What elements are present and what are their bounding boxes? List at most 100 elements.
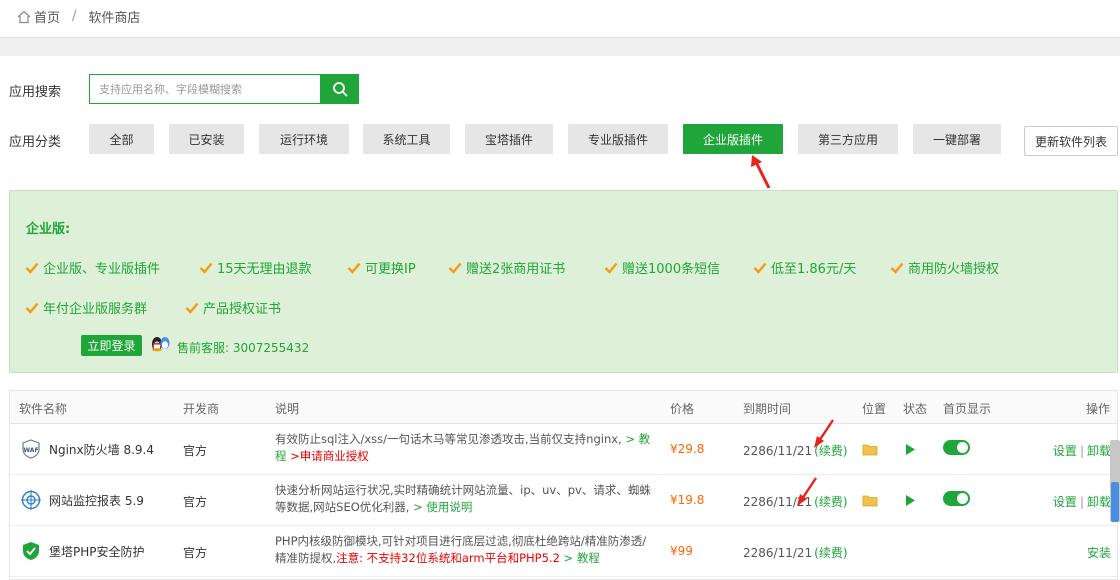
header-price: 价格: [670, 402, 695, 416]
php-shield-icon: [23, 542, 39, 560]
expire-date: 2286/11/21: [743, 546, 813, 560]
category-bt-plugins[interactable]: 宝塔插件: [465, 124, 553, 154]
promo-feature-label: 商用防火墙授权: [908, 262, 1000, 277]
promo-feature-label: 年付企业版服务群: [43, 302, 148, 317]
tutorial-link[interactable]: > 教程: [560, 551, 600, 565]
qq-penguin-icon[interactable]: [149, 335, 171, 353]
apply-commercial-license-link[interactable]: >申请商业授权: [287, 449, 369, 463]
homepage-display-toggle[interactable]: [943, 491, 970, 506]
annotation-arrow-icon: [751, 155, 771, 189]
check-icon: [199, 262, 213, 274]
uninstall-link[interactable]: 卸载: [1087, 444, 1111, 458]
header-software-name: 软件名称: [19, 402, 68, 416]
plugin-developer: 官方: [183, 495, 208, 509]
table-header: 软件名称 开发商 说明 价格 到期时间 位置 状态 首页显示 操作: [10, 391, 1117, 424]
promo-feature-label: 产品授权证书: [203, 302, 282, 317]
category-system-tools[interactable]: 系统工具: [363, 124, 450, 154]
check-icon: [185, 302, 199, 314]
category-one-click-deploy[interactable]: 一键部署: [913, 124, 1001, 154]
promo-feature: 赠送1000条短信: [604, 258, 720, 277]
search-input[interactable]: [90, 75, 320, 103]
annotation-arrow-icon: [797, 477, 817, 506]
home-icon[interactable]: [17, 10, 31, 24]
check-icon: [25, 302, 39, 314]
renew-link[interactable]: (续费): [814, 546, 847, 560]
plugin-name-cell: WAF Nginx防火墙 8.9.4: [21, 439, 154, 459]
compatibility-warning: 注意: 不支持32位系统和arm平台和PHP5.2: [336, 551, 560, 565]
folder-icon[interactable]: [862, 494, 878, 507]
play-icon[interactable]: [904, 494, 916, 507]
plugin-name-cell: 堡塔PHP安全防护: [21, 541, 145, 561]
plugin-description: 快速分析网站运行状况,实时精确统计网站流量、ip、uv、pv、请求、蜘蛛等数据,…: [275, 482, 655, 516]
breadcrumb-separator: /: [72, 9, 77, 24]
promo-feature: 商用防火墙授权: [890, 258, 999, 277]
breadcrumb-bar: 首页 / 软件商店: [0, 0, 1120, 38]
check-icon: [448, 262, 462, 274]
settings-link[interactable]: 设置: [1053, 444, 1077, 458]
folder-icon[interactable]: [862, 443, 878, 456]
usage-guide-link[interactable]: > 使用说明: [413, 500, 472, 514]
search-label: 应用搜索: [9, 85, 62, 100]
search-icon: [332, 82, 347, 97]
breadcrumb-current: 软件商店: [88, 11, 141, 26]
play-icon[interactable]: [904, 443, 916, 456]
presales-service-contact: 售前客服: 3007255432: [177, 341, 310, 355]
check-icon: [890, 262, 904, 274]
plugin-developer: 官方: [183, 444, 208, 458]
software-store-panel: 应用搜索 应用分类 全部 已安装 运行环境 系统工具 宝塔插件 专业版插件 企业…: [0, 56, 1120, 580]
header-expire-time: 到期时间: [743, 402, 792, 416]
homepage-display-toggle[interactable]: [943, 440, 970, 455]
header-description: 说明: [275, 402, 300, 416]
monitor-icon: [21, 490, 41, 510]
check-icon: [25, 262, 39, 274]
header-developer: 开发商: [183, 402, 220, 416]
search-button[interactable]: [320, 74, 359, 104]
promo-feature-label: 赠送2张商用证书: [466, 262, 566, 277]
promo-feature: 可更换IP: [347, 258, 416, 277]
plugin-name: 堡塔PHP安全防护: [49, 544, 145, 559]
promo-title: 企业版:: [26, 222, 71, 237]
table-row: 堡塔PHP安全防护 官方 PHP内核级防御模块,可针对项目进行底层过滤,彻底杜绝…: [10, 526, 1117, 577]
category-third-party[interactable]: 第三方应用: [798, 124, 898, 154]
breadcrumb-home[interactable]: 首页: [34, 7, 60, 26]
category-pro-plugins[interactable]: 专业版插件: [568, 124, 668, 154]
header-homepage-display: 首页显示: [943, 402, 992, 416]
plugin-actions: 安装: [1087, 544, 1111, 561]
promo-feature-label: 可更换IP: [365, 262, 416, 277]
table-row: WAF Nginx防火墙 8.9.4 官方 有效防止sql注入/xss/一句话木…: [10, 424, 1117, 475]
breadcrumb: 首页 / 软件商店: [17, 7, 140, 26]
check-icon: [604, 262, 618, 274]
plugin-expire: 2286/11/21 (续费): [743, 544, 848, 561]
plugin-actions: 设置 | 卸载: [1052, 495, 1111, 509]
refresh-software-list-button[interactable]: 更新软件列表: [1024, 126, 1118, 156]
plugin-table: 软件名称 开发商 说明 价格 到期时间 位置 状态 首页显示 操作 WAF Ng…: [9, 390, 1118, 580]
category-enterprise-plugins[interactable]: 企业版插件: [683, 124, 783, 154]
promo-feature-label: 企业版、专业版插件: [43, 262, 161, 277]
settings-link[interactable]: 设置: [1053, 495, 1077, 509]
enterprise-promo-box: 企业版: 企业版、专业版插件 15天无理由退款 可更换IP 赠送2张商用证书 赠…: [9, 190, 1118, 373]
promo-feature: 15天无理由退款: [199, 258, 312, 277]
promo-feature: 低至1.86元/天: [753, 258, 856, 277]
category-all[interactable]: 全部: [89, 124, 154, 154]
install-link[interactable]: 安装: [1087, 546, 1111, 560]
uninstall-link[interactable]: 卸载: [1087, 495, 1111, 509]
waf-icon: WAF: [22, 439, 40, 459]
plugin-name: 网站监控报表 5.9: [49, 493, 144, 508]
promo-feature: 年付企业版服务群: [25, 298, 147, 317]
table-row: 网站监控报表 5.9 官方 快速分析网站运行状况,实时精确统计网站流量、ip、u…: [10, 475, 1117, 526]
check-icon: [347, 262, 361, 274]
annotation-arrow-icon: [814, 419, 834, 448]
scrollbar-thumb[interactable]: [1111, 482, 1119, 522]
renew-link[interactable]: (续费): [814, 495, 847, 509]
search-box: [89, 74, 321, 104]
plugin-name-cell: 网站监控报表 5.9: [21, 490, 144, 510]
svg-text:WAF: WAF: [23, 447, 38, 454]
check-icon: [753, 262, 767, 274]
category-installed[interactable]: 已安装: [169, 124, 244, 154]
category-label: 应用分类: [9, 135, 62, 150]
category-runtime[interactable]: 运行环境: [259, 124, 349, 154]
login-now-button[interactable]: 立即登录: [81, 335, 142, 356]
header-actions: 操作: [1086, 402, 1111, 416]
promo-feature: 赠送2张商用证书: [448, 258, 565, 277]
plugin-description: PHP内核级防御模块,可针对项目进行底层过滤,彻底杜绝跨站/精准防渗透/精准防提…: [275, 533, 655, 567]
